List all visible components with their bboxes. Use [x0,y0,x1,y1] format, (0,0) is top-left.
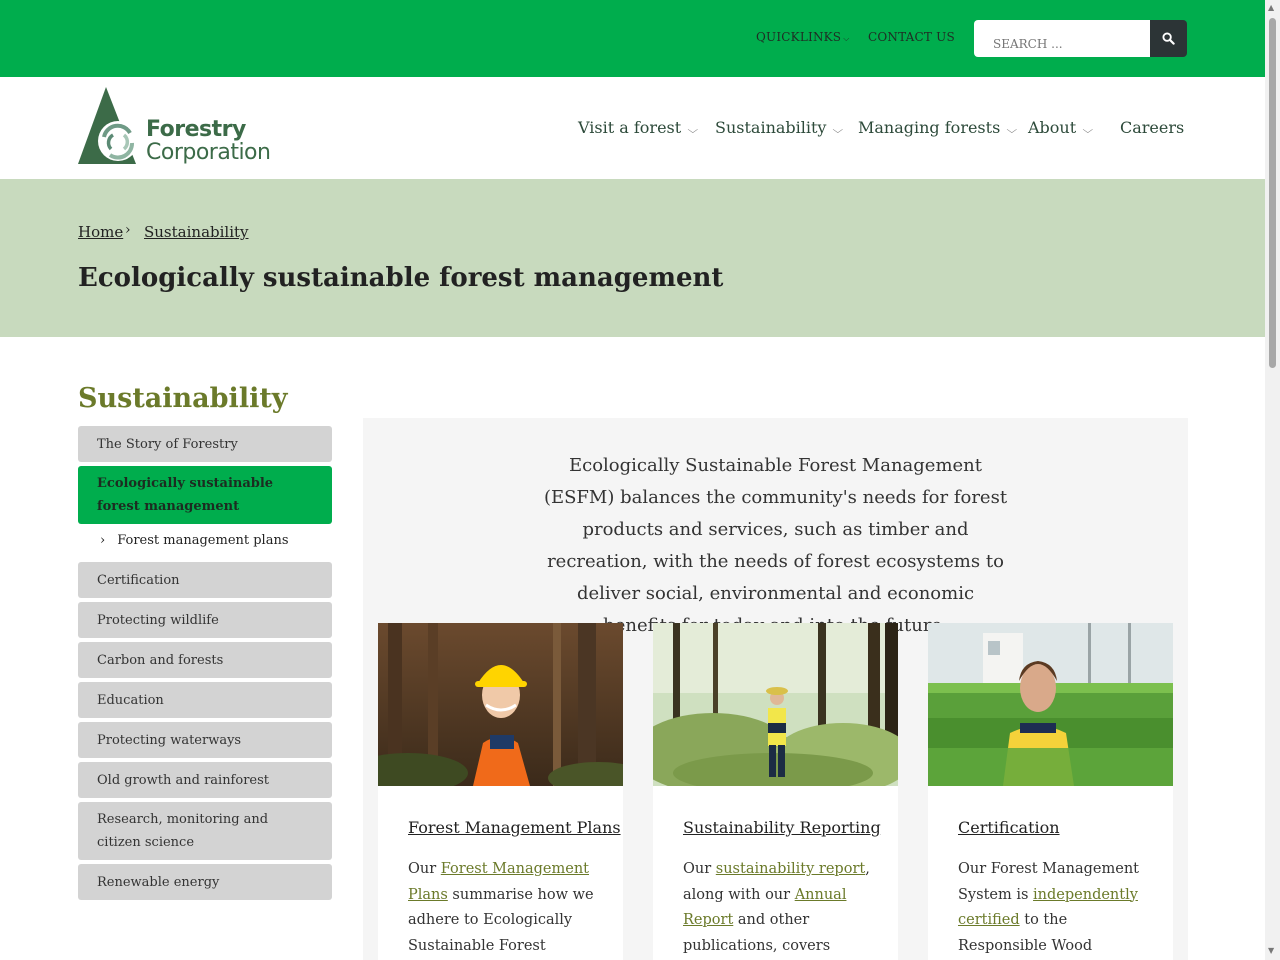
scroll-up-icon[interactable]: ▲ [1268,3,1274,12]
search-button[interactable] [1150,20,1187,57]
photo-worker-in-forest [653,623,898,786]
site-header: Forestry Corporation Visit a forest ⌵ Sus… [0,77,1265,179]
card-body: Our sustainability report, along with ou… [683,857,883,959]
sidebar-item-carbon-and-forests[interactable]: Carbon and forests [78,642,332,678]
sidebar-title: Sustainability [78,383,288,414]
nav-about[interactable]: About ⌵ [1028,118,1094,137]
top-bar: QUICKLINKS ⌵ CONTACT US [0,0,1265,77]
sidebar-item-research[interactable]: Research, monitoring and citizen science [78,802,332,860]
page-scrollbar[interactable]: ▲ ▼ [1265,0,1280,960]
page-title: Ecologically sustainable forest manageme… [78,263,724,293]
contact-us-link[interactable]: CONTACT US [868,30,955,44]
nav-sustainability[interactable]: Sustainability ⌵ [715,118,844,137]
card-body: Our Forest Management System is independ… [958,857,1158,960]
sidebar-item-renewable-energy[interactable]: Renewable energy [78,864,332,900]
nav-label: Managing forests [858,118,1001,137]
card-text: Our [408,861,441,877]
sidebar-item-education[interactable]: Education [78,682,332,718]
photo-worker-in-nursery [928,623,1173,786]
nav-label: Visit a forest [578,118,682,137]
photo-worker-hard-hat [378,623,623,786]
card-body: Our Forest Management Plans summarise ho… [408,857,608,959]
card-title-link[interactable]: Sustainability Reporting [683,818,881,837]
scrollbar-thumb[interactable] [1269,18,1276,368]
page-hero: Home › Sustainability Ecologically susta… [0,179,1265,337]
card-text: Our [683,861,716,877]
sidebar-subitem-forest-management-plans[interactable]: › Forest management plans [100,533,289,548]
nav-visit-a-forest[interactable]: Visit a forest ⌵ [578,118,699,137]
card-certification: Certification Our Forest Management Syst… [928,623,1173,960]
sidebar-item-old-growth[interactable]: Old growth and rainforest [78,762,332,798]
chevron-down-icon: ⌵ [832,125,844,136]
chevron-down-icon: ⌵ [1006,125,1018,136]
sidebar-subitem-label: Forest management plans [117,533,289,548]
chevron-down-icon: ⌵ [843,34,850,43]
nav-label: Sustainability [715,118,827,137]
nav-label: About [1028,118,1077,137]
sidebar-item-story-of-forestry[interactable]: The Story of Forestry [78,426,332,462]
card-title-link[interactable]: Certification [958,818,1060,837]
scroll-down-icon[interactable]: ▼ [1268,946,1274,955]
logo-word-corporation: Corporation [146,140,271,165]
quicklinks-menu[interactable]: QUICKLINKS ⌵ [756,30,850,44]
sidebar-item-esfm[interactable]: Ecologically sustainable forest manageme… [78,466,332,524]
quicklinks-label: QUICKLINKS [756,30,842,44]
breadcrumb-sustainability[interactable]: Sustainability [144,223,249,241]
search-input[interactable] [974,20,1150,57]
search-icon [1162,32,1175,45]
breadcrumb-home[interactable]: Home [78,223,123,241]
intro-paragraph: Ecologically Sustainable Forest Manageme… [543,455,1008,636]
main-content: Ecologically Sustainable Forest Manageme… [363,418,1188,960]
nav-managing-forests[interactable]: Managing forests ⌵ [858,118,1018,137]
chevron-down-icon: ⌵ [687,125,699,136]
card-title-link[interactable]: Forest Management Plans [408,818,621,837]
logo-tree-icon [78,87,138,164]
nav-careers[interactable]: Careers [1120,118,1184,137]
card-sustainability-reporting: Sustainability Reporting Our sustainabil… [653,623,898,960]
sidebar-item-certification[interactable]: Certification [78,562,332,598]
chevron-right-icon: › [100,533,106,548]
sidebar-item-protecting-wildlife[interactable]: Protecting wildlife [78,602,332,638]
chevron-down-icon: ⌵ [1082,125,1094,136]
chevron-right-icon: › [125,222,131,238]
site-logo[interactable]: Forestry Corporation [78,87,288,171]
card-forest-management-plans: Forest Management Plans Our Forest Manag… [378,623,623,960]
sidebar-item-protecting-waterways[interactable]: Protecting waterways [78,722,332,758]
card-inline-link[interactable]: sustainability report [716,861,865,877]
logo-word-forestry: Forestry [146,117,246,142]
